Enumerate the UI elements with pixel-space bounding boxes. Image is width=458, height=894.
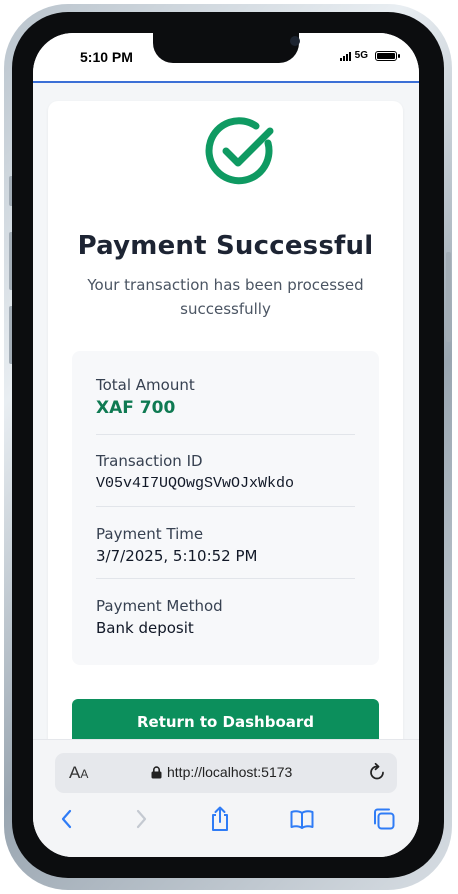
share-icon[interactable] [207,806,233,832]
notch [153,33,300,63]
reload-icon[interactable] [367,762,387,782]
detail-payment-method: Payment Method Bank deposit [96,596,355,637]
lock-icon [151,765,162,778]
forward-icon[interactable] [128,806,154,832]
network-label: 5G [354,50,368,61]
status-indicators: 5G [339,50,400,61]
detail-label: Payment Time [96,525,204,543]
url-text: http://localhost:5173 [167,764,293,780]
transaction-details: Total Amount XAF 700 Transaction ID V05v… [72,351,379,665]
camera-icon [290,36,300,46]
detail-transaction-id: Transaction ID V05v4I7UQOwgSVwOJxWkdo [96,451,355,492]
power-button [446,252,451,342]
back-icon[interactable] [54,806,80,832]
page-title: Payment Successful [77,231,374,261]
divider [96,434,355,435]
detail-label: Transaction ID [96,452,203,470]
status-bar: 5:10 PM 5G [33,33,419,83]
total-amount-value: XAF 700 [96,398,176,418]
battery-icon [375,50,400,61]
receipt-card: Payment Successful Your transaction has … [48,101,403,745]
detail-label: Payment Method [96,597,223,615]
bookmarks-icon[interactable] [289,806,315,832]
browser-toolbar [33,806,419,834]
payment-method-value: Bank deposit [96,619,194,637]
tabs-icon[interactable] [371,806,397,832]
page-content[interactable]: Payment Successful Your transaction has … [33,85,419,745]
browser-bottom-bar: AA http://localhost:5173 [33,739,419,857]
page-subtitle: Your transaction has been processed succ… [87,276,364,318]
success-check-icon [205,117,274,185]
detail-payment-time: Payment Time 3/7/2025, 5:10:52 PM [96,524,355,565]
text-size-button[interactable]: AA [69,763,88,783]
address-bar[interactable]: AA http://localhost:5173 [55,753,397,793]
signal-icon [339,51,351,61]
payment-time-value: 3/7/2025, 5:10:52 PM [96,547,258,565]
divider [96,506,355,507]
detail-total-amount: Total Amount XAF 700 [96,375,355,418]
divider [96,578,355,579]
phone-screen: 5:10 PM 5G Payment Successful Your trans… [33,33,419,857]
url-display[interactable]: http://localhost:5173 [151,764,292,780]
status-time: 5:10 PM [80,49,133,65]
detail-label: Total Amount [96,376,195,394]
transaction-id-value: V05v4I7UQOwgSVwOJxWkdo [96,475,295,492]
